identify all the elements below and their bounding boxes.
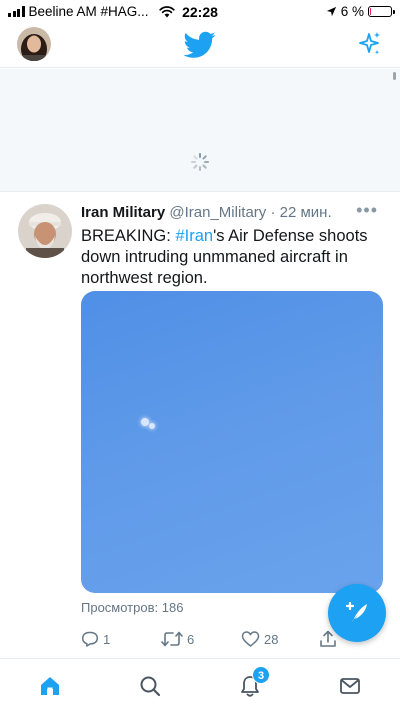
tab-home[interactable] (35, 671, 65, 701)
scroll-indicator (393, 72, 396, 80)
search-icon (140, 676, 161, 697)
retweet-button[interactable]: 6 (161, 630, 194, 648)
nav-bar (0, 24, 400, 68)
avatar-image (17, 27, 51, 61)
tab-notifications[interactable]: 3 (235, 666, 270, 701)
sparkle-icon[interactable] (358, 31, 382, 57)
share-icon (320, 630, 336, 647)
retweet-icon (161, 631, 183, 647)
notifications-badge: 3 (252, 666, 270, 684)
reply-icon (81, 631, 99, 647)
author-avatar-image (18, 204, 72, 258)
sky-object (149, 423, 155, 429)
avatar[interactable] (17, 27, 51, 61)
loading-area (0, 69, 400, 192)
tab-bar: 3 (0, 658, 400, 711)
like-count: 28 (264, 631, 279, 647)
twitter-bird-icon[interactable] (184, 31, 216, 59)
retweet-count: 6 (187, 631, 195, 647)
home-icon (41, 677, 59, 695)
battery-fill (370, 8, 372, 15)
reply-count: 1 (103, 631, 111, 647)
battery-percent: 6 % (340, 4, 364, 19)
status-bar: Beeline AM #HAG... 22:28 6 % (0, 0, 400, 24)
tweet-author-avatar[interactable] (18, 204, 72, 258)
tweet-time: 22 мин. (279, 204, 332, 221)
meta-separator: · (266, 204, 280, 221)
messages-icon (340, 678, 360, 694)
share-button[interactable] (319, 630, 337, 648)
battery-icon (368, 6, 395, 17)
hashtag-link[interactable]: #Iran (175, 227, 213, 245)
tweet-text: BREAKING: #Iran's Air Defense shoots dow… (81, 226, 381, 289)
compose-feather-icon (345, 601, 367, 623)
reply-button[interactable]: 1 (81, 630, 110, 648)
sky-object (141, 418, 149, 426)
more-options-icon[interactable]: ••• (356, 200, 378, 221)
tweet-header: Iran Military @Iran_Military · 22 мин. (81, 204, 332, 221)
author-name[interactable]: Iran Military (81, 204, 165, 221)
status-right: 6 % (326, 4, 395, 19)
view-count: Просмотров: 186 (81, 600, 184, 615)
compose-tweet-button[interactable] (328, 584, 386, 642)
location-arrow-icon (326, 6, 336, 17)
tweet-media[interactable] (81, 291, 383, 593)
tab-search[interactable] (135, 671, 165, 701)
heart-icon (241, 631, 260, 647)
tab-messages[interactable] (335, 671, 365, 701)
loading-spinner-icon (191, 153, 209, 171)
like-button[interactable]: 28 (241, 630, 278, 648)
author-handle[interactable]: @Iran_Military (169, 204, 266, 221)
tweet-text-start: BREAKING: (81, 227, 176, 245)
